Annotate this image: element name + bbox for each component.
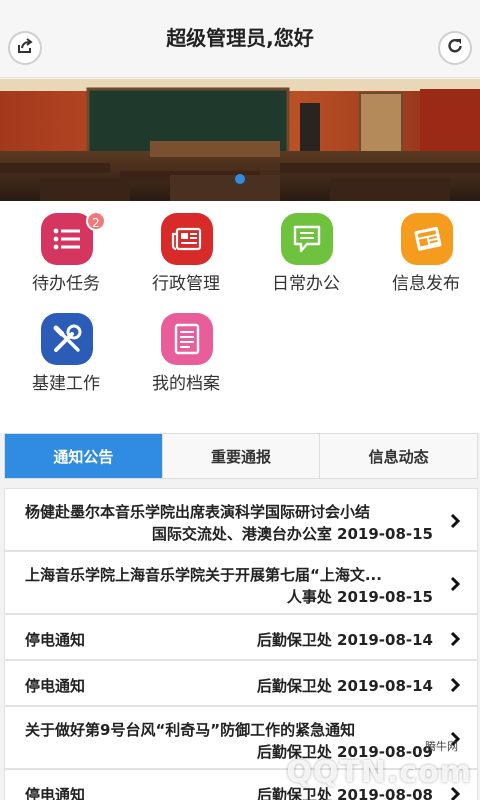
list-item-title: 上海音乐学院上海音乐学院关于开展第七届“上海文... [25, 566, 382, 584]
list-item-meta: 后勤保卫处 2019-08-14 [256, 631, 433, 649]
list-item-title: 停电通知 [25, 631, 86, 649]
tab-info-updates[interactable]: 信息动态 [320, 434, 477, 478]
grid-item-daily-office[interactable]: 日常办公 [246, 201, 366, 301]
list-item[interactable]: 上海音乐学院上海音乐学院关于开展第七届“上海文... 人事处 2019-08-1… [4, 551, 478, 614]
chevron-right-icon [450, 576, 461, 592]
grid-item-label: 基建工作 [32, 374, 100, 394]
grid-item-publish[interactable]: 信息发布 [366, 201, 480, 301]
newspaper-icon [161, 213, 213, 265]
list-item-title: 停电通知 [25, 786, 86, 800]
chevron-right-icon [450, 513, 461, 529]
list-item-title: 杨健赴墨尔本音乐学院出席表演科学国际研讨会小结 [25, 503, 371, 521]
chat-icon [281, 213, 333, 265]
chevron-right-icon [450, 631, 461, 647]
watermark-text: QQTN.com [286, 754, 472, 790]
carousel-indicator[interactable] [235, 174, 245, 184]
list-item[interactable]: 停电通知 后勤保卫处 2019-08-14 [4, 660, 478, 706]
list-item-meta: 人事处 2019-08-15 [286, 588, 433, 606]
grid-item-label: 我的档案 [152, 374, 220, 394]
chevron-right-icon [450, 677, 461, 693]
list-item[interactable]: 杨健赴墨尔本音乐学院出席表演科学国际研讨会小结 国际交流处、港澳台办公室 201… [4, 488, 478, 551]
list-item-title: 关于做好第9号台风“利奇马”防御工作的紧急通知 [25, 721, 356, 739]
todo-count-badge: 2 [86, 211, 106, 231]
grid-item-label: 待办任务 [32, 274, 100, 294]
tab-important-reports[interactable]: 重要通报 [163, 434, 321, 478]
tools-icon [41, 313, 93, 365]
list-item-meta: 后勤保卫处 2019-08-14 [256, 677, 433, 695]
list-item[interactable]: 停电通知 后勤保卫处 2019-08-14 [4, 614, 478, 660]
grid-item-admin[interactable]: 行政管理 [126, 201, 246, 301]
watermark-small-text: 腾牛网 [425, 740, 458, 753]
grid-item-construction[interactable]: 基建工作 [6, 301, 126, 401]
grid-item-label: 行政管理 [152, 274, 220, 294]
grid-item-my-archive[interactable]: 我的档案 [126, 301, 246, 401]
document-icon [161, 313, 213, 365]
refresh-button[interactable] [438, 31, 472, 65]
function-grid: 2 待办任务 行政管理 日常办公 信息发布 基建工作 我的档案 [0, 201, 480, 433]
news-icon [401, 213, 453, 265]
app-header: 超级管理员,您好 [0, 0, 480, 78]
list-item-meta: 国际交流处、港澳台办公室 2019-08-15 [151, 525, 433, 543]
tab-notices[interactable]: 通知公告 [5, 434, 163, 478]
page-title: 超级管理员,您好 [166, 26, 314, 50]
refresh-icon [446, 37, 464, 59]
grid-item-label: 日常办公 [272, 274, 340, 294]
grid-item-todo[interactable]: 2 待办任务 [6, 201, 126, 301]
notice-tabs: 通知公告 重要通报 信息动态 [4, 433, 478, 479]
list-item-title: 停电通知 [25, 677, 86, 695]
watermark: 腾牛网 QQTN.com [252, 740, 472, 794]
grid-item-label: 信息发布 [392, 274, 460, 294]
